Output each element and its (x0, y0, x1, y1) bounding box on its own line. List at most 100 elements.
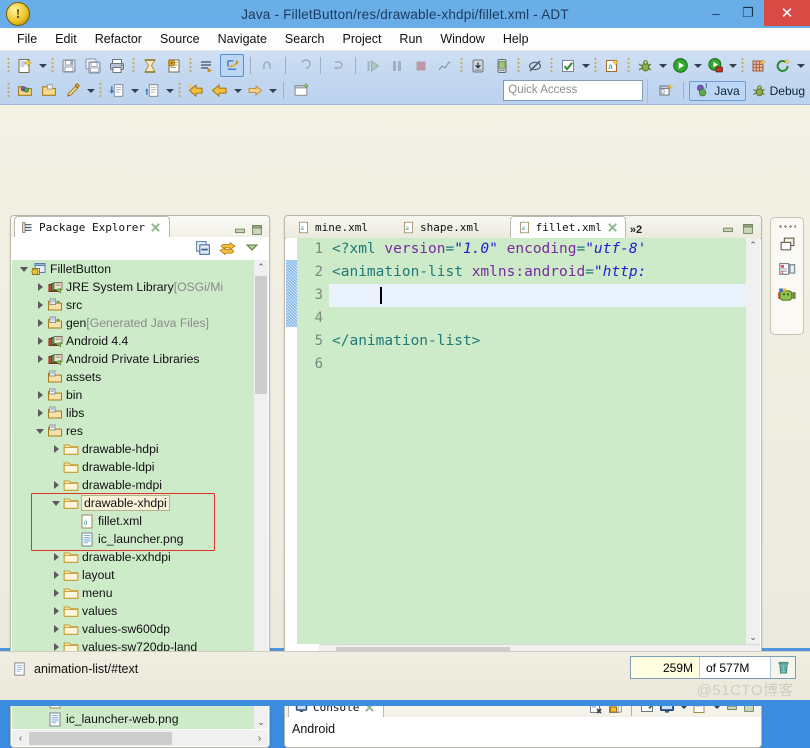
menu-item-help[interactable]: Help (494, 30, 538, 48)
code-line[interactable]: <?xml version="1.0" encoding="utf-8' (329, 238, 760, 261)
tree-expand-arrow-icon[interactable] (34, 319, 46, 327)
menu-item-source[interactable]: Source (151, 30, 209, 48)
print-icon[interactable] (106, 55, 128, 76)
tree-item-fillet-xml[interactable]: a fillet.xml (12, 512, 268, 530)
coverage-icon[interactable] (748, 55, 770, 76)
step-into-icon[interactable] (362, 55, 384, 76)
hide-icon[interactable] (524, 55, 546, 76)
open-perspective-icon[interactable] (655, 80, 677, 101)
tree-expand-arrow-icon[interactable] (50, 643, 62, 651)
tree-item-drawable-hdpi[interactable]: drawable-hdpi (12, 440, 268, 458)
tree-expand-arrow-icon[interactable] (34, 283, 46, 291)
tree-item-drawable-ldpi[interactable]: drawable-ldpi (12, 458, 268, 476)
editor-tab-mine-xml[interactable]: a mine.xml (289, 216, 376, 238)
tree-expand-arrow-icon[interactable] (18, 266, 30, 272)
scroll-right-button[interactable]: › (251, 733, 268, 744)
last-edit-location-icon[interactable] (327, 55, 349, 76)
menu-item-run[interactable]: Run (390, 30, 431, 48)
menu-item-window[interactable]: Window (431, 30, 493, 48)
new-wizard-icon[interactable] (14, 55, 36, 76)
link-with-editor-icon[interactable] (219, 240, 237, 257)
editor-tab-overflow[interactable]: »2 (626, 224, 648, 238)
editor-tab-fillet-xml[interactable]: a fillet.xml (509, 216, 626, 238)
tree-item-menu[interactable]: menu (12, 584, 268, 602)
code-line[interactable] (329, 353, 760, 376)
code-line[interactable] (329, 284, 760, 307)
tree-item-drawable-xhdpi[interactable]: drawable-xhdpi (12, 494, 268, 512)
tree-item-filletbutton[interactable]: ! FilletButton (12, 260, 268, 278)
run-server-dropdown-icon[interactable] (727, 56, 738, 76)
toggle-block-selection-icon[interactable] (220, 54, 244, 77)
package-explorer-tab[interactable]: Package Explorer (14, 216, 170, 237)
maximize-icon[interactable] (741, 222, 755, 236)
android-virtual-device-icon[interactable] (467, 55, 489, 76)
previous-edit-icon[interactable] (141, 80, 163, 101)
tree-hscroll-thumb[interactable] (29, 731, 172, 745)
code-line[interactable]: <animation-list xmlns:android="http: (329, 261, 760, 284)
menu-item-refactor[interactable]: Refactor (86, 30, 151, 48)
save-all-icon[interactable] (82, 55, 104, 76)
menu-item-navigate[interactable]: Navigate (209, 30, 276, 48)
perspective-debug-button[interactable]: Debug (746, 82, 810, 100)
minimize-button[interactable]: – (700, 0, 732, 26)
tree-item-layout[interactable]: layout (12, 566, 268, 584)
tree-expand-arrow-icon[interactable] (50, 571, 62, 579)
back-history-dropdown-icon[interactable] (232, 81, 243, 101)
editor-scroll-up-button[interactable]: ⌃ (746, 238, 760, 252)
paint-dropdown-icon[interactable] (85, 81, 96, 101)
maximize-button[interactable]: ❐ (732, 0, 764, 26)
tree-expand-arrow-icon[interactable] (50, 553, 62, 561)
toolbar-grip-2[interactable] (7, 82, 10, 99)
mini-stack-grip[interactable] (778, 224, 796, 229)
export-icon[interactable] (139, 55, 161, 76)
tree-item-res[interactable]: res (12, 422, 268, 440)
tree-item-bin[interactable]: bin (12, 386, 268, 404)
android-sdk-manager-icon[interactable] (163, 55, 185, 76)
tree-expand-arrow-icon[interactable] (50, 625, 62, 633)
tree-expand-arrow-icon[interactable] (50, 500, 62, 506)
refresh-icon[interactable] (772, 55, 794, 76)
back-history-icon[interactable] (209, 80, 231, 101)
tree-expand-arrow-icon[interactable] (50, 607, 62, 615)
tree-expand-arrow-icon[interactable] (50, 481, 62, 489)
view-menu-icon[interactable] (244, 241, 260, 255)
debug-icon[interactable] (634, 55, 656, 76)
profile-icon[interactable] (434, 55, 456, 76)
refresh-dropdown-icon[interactable] (795, 56, 806, 76)
scroll-up-button[interactable]: ⌃ (254, 260, 268, 274)
android-device-manager-icon[interactable] (491, 55, 513, 76)
tree-item-src[interactable]: ⌗ src (12, 296, 268, 314)
tree-item-libs[interactable]: libs (12, 404, 268, 422)
tree-item-assets[interactable]: assets (12, 368, 268, 386)
save-icon[interactable] (58, 55, 80, 76)
back-history-star-icon[interactable] (185, 80, 207, 101)
toggle-breadcrumb-icon[interactable] (196, 55, 218, 76)
previous-annotation-icon[interactable] (292, 55, 314, 76)
close-icon[interactable] (607, 222, 618, 233)
source-editor[interactable]: 123456 <?xml version="1.0" encoding="utf… (286, 238, 760, 644)
editor-scroll-down-button[interactable]: ⌄ (746, 630, 760, 644)
scroll-down-button[interactable]: ⌄ (254, 715, 268, 729)
new-window-icon[interactable] (290, 80, 312, 101)
tree-item-ic-launcher-web-png[interactable]: ic_launcher-web.png (12, 710, 268, 728)
tree-item-ic-launcher-png[interactable]: ic_launcher.png (12, 530, 268, 548)
tree-item-drawable-mdpi[interactable]: drawable-mdpi (12, 476, 268, 494)
tree-expand-arrow-icon[interactable] (34, 428, 46, 434)
tree-horizontal-scrollbar[interactable]: ‹ › (12, 730, 268, 746)
tree-expand-arrow-icon[interactable] (34, 301, 46, 309)
tree-item-android-private-libraries[interactable]: Android Private Libraries (12, 350, 268, 368)
tree-item-jre-system-library[interactable]: JRE System Library [OSGi/Mi (12, 278, 268, 296)
next-edit-icon[interactable] (106, 80, 128, 101)
forward-history-icon[interactable] (244, 80, 266, 101)
android-view-icon[interactable] (777, 286, 798, 305)
code-line[interactable] (329, 307, 760, 330)
run-server-icon[interactable] (704, 55, 726, 76)
code-text-area[interactable]: <?xml version="1.0" encoding="utf-8' <ani… (329, 238, 760, 644)
tree-item-values[interactable]: values (12, 602, 268, 620)
menu-item-edit[interactable]: Edit (46, 30, 86, 48)
menu-item-project[interactable]: Project (334, 30, 391, 48)
android-new-project-icon[interactable]: a (601, 55, 623, 76)
trash-icon[interactable] (770, 657, 795, 678)
perspective-java-button[interactable]: J Java (689, 80, 746, 101)
toolbar-grip[interactable] (7, 57, 10, 74)
